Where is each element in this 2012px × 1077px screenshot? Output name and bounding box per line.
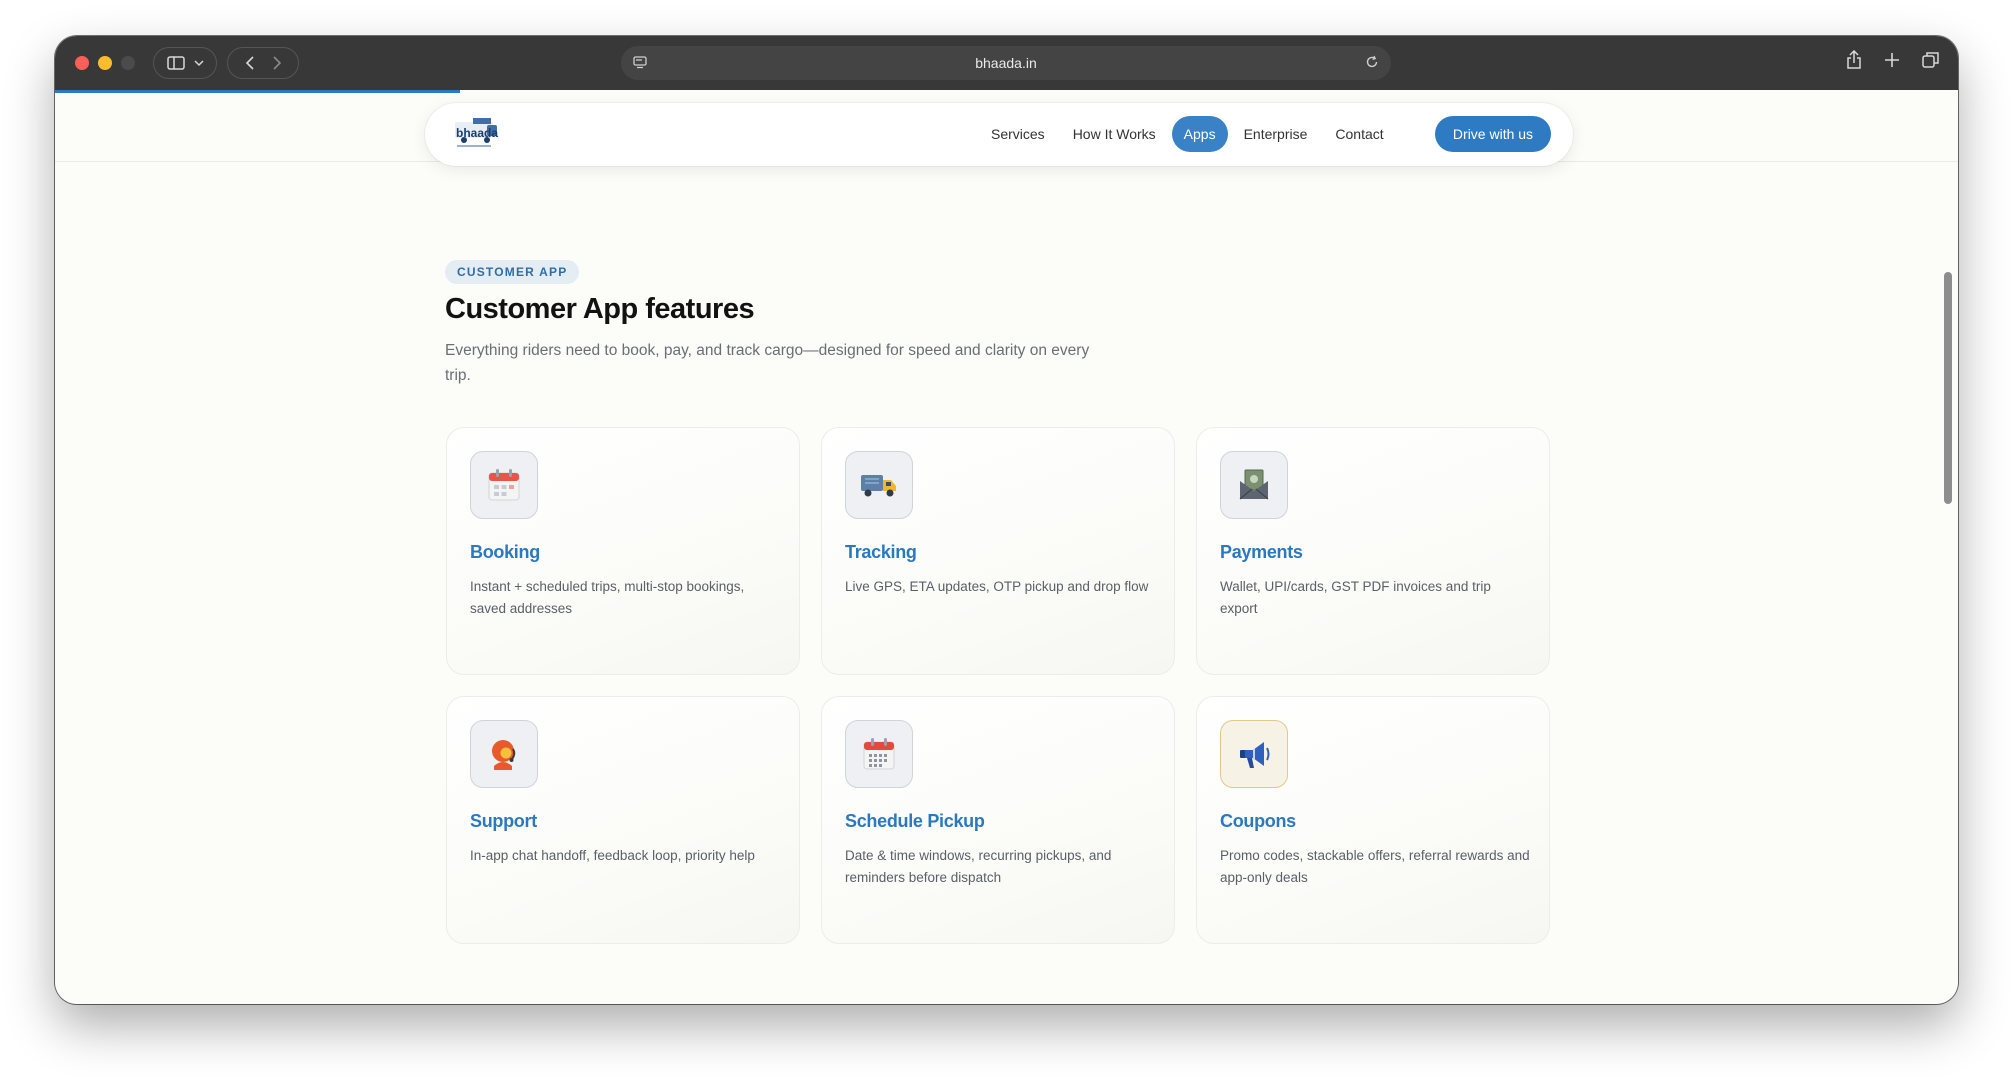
url-text: bhaada.in: [975, 55, 1037, 71]
support-agent-icon: [470, 720, 538, 788]
page-load-progress: [55, 90, 460, 93]
feature-card-booking[interactable]: Booking Instant + scheduled trips, multi…: [446, 427, 800, 675]
minimize-window-button[interactable]: [98, 56, 112, 70]
feature-card-schedule-pickup[interactable]: Schedule Pickup Date & time windows, rec…: [821, 696, 1175, 944]
feature-title: Schedule Pickup: [845, 811, 985, 831]
megaphone-icon: [1220, 720, 1288, 788]
history-nav: [227, 47, 299, 79]
delivery-truck-icon: [845, 451, 913, 519]
feature-title: Support: [470, 811, 537, 831]
section-eyebrow-badge: CUSTOMER APP: [445, 260, 580, 284]
feature-title: Payments: [1220, 542, 1303, 562]
address-bar[interactable]: bhaada.in: [621, 46, 1391, 80]
share-icon[interactable]: [1846, 50, 1862, 70]
page-content: bhaada Services How It Works Apps Enterp…: [55, 90, 1958, 1004]
feature-description: Instant + scheduled trips, multi-stop bo…: [470, 579, 745, 616]
chevron-down-icon: [193, 60, 204, 67]
money-envelope-icon: [1220, 451, 1288, 519]
feature-title: Tracking: [845, 542, 917, 562]
back-icon[interactable]: [245, 56, 255, 70]
page-scrollbar[interactable]: [1944, 272, 1952, 504]
browser-window: bhaada.in bhaada Services How It Works A…: [55, 36, 1958, 1004]
sidebar-icon: [166, 56, 185, 70]
forward-icon[interactable]: [272, 56, 282, 70]
zoom-window-button[interactable]: [121, 56, 135, 70]
reload-icon[interactable]: [1365, 55, 1379, 69]
bhaada-logo[interactable]: bhaada: [451, 116, 501, 152]
feature-description: Live GPS, ETA updates, OTP pickup and dr…: [845, 579, 1149, 594]
calendar-icon: [470, 451, 538, 519]
calendar-grid-icon: [845, 720, 913, 788]
close-window-button[interactable]: [75, 56, 89, 70]
feature-card-payments[interactable]: Payments Wallet, UPI/cards, GST PDF invo…: [1196, 427, 1550, 675]
site-navbar: bhaada Services How It Works Apps Enterp…: [425, 103, 1573, 166]
nav-link-how-it-works[interactable]: How It Works: [1059, 116, 1170, 152]
nav-link-apps[interactable]: Apps: [1171, 116, 1228, 152]
feature-description: Date & time windows, recurring pickups, …: [845, 848, 1112, 885]
section-subtitle: Everything riders need to book, pay, and…: [445, 342, 1090, 384]
sidebar-toggle-button[interactable]: [153, 47, 217, 79]
nav-link-enterprise[interactable]: Enterprise: [1230, 116, 1322, 152]
feature-card-coupons[interactable]: Coupons Promo codes, stackable offers, r…: [1196, 696, 1550, 944]
browser-titlebar: bhaada.in: [55, 36, 1958, 90]
site-settings-icon[interactable]: [633, 55, 647, 69]
feature-description: Promo codes, stackable offers, referral …: [1220, 848, 1530, 885]
window-controls: [75, 56, 135, 70]
feature-card-tracking[interactable]: Tracking Live GPS, ETA updates, OTP pick…: [821, 427, 1175, 675]
toolbar-right: [1846, 50, 1940, 70]
feature-description: In-app chat handoff, feedback loop, prio…: [470, 848, 755, 863]
nav-links: Services How It Works Apps Enterprise Co…: [977, 116, 1398, 152]
tab-overview-icon[interactable]: [1922, 50, 1940, 70]
section-title: Customer App features: [445, 293, 755, 325]
feature-title: Booking: [470, 542, 540, 562]
nav-link-services[interactable]: Services: [977, 116, 1059, 152]
new-tab-icon[interactable]: [1884, 50, 1900, 70]
drive-with-us-button[interactable]: Drive with us: [1435, 116, 1551, 152]
features-grid: Booking Instant + scheduled trips, multi…: [446, 427, 1550, 944]
feature-card-support[interactable]: Support In-app chat handoff, feedback lo…: [446, 696, 800, 944]
feature-title: Coupons: [1220, 811, 1296, 831]
nav-link-contact[interactable]: Contact: [1321, 116, 1397, 152]
feature-description: Wallet, UPI/cards, GST PDF invoices and …: [1220, 579, 1491, 616]
